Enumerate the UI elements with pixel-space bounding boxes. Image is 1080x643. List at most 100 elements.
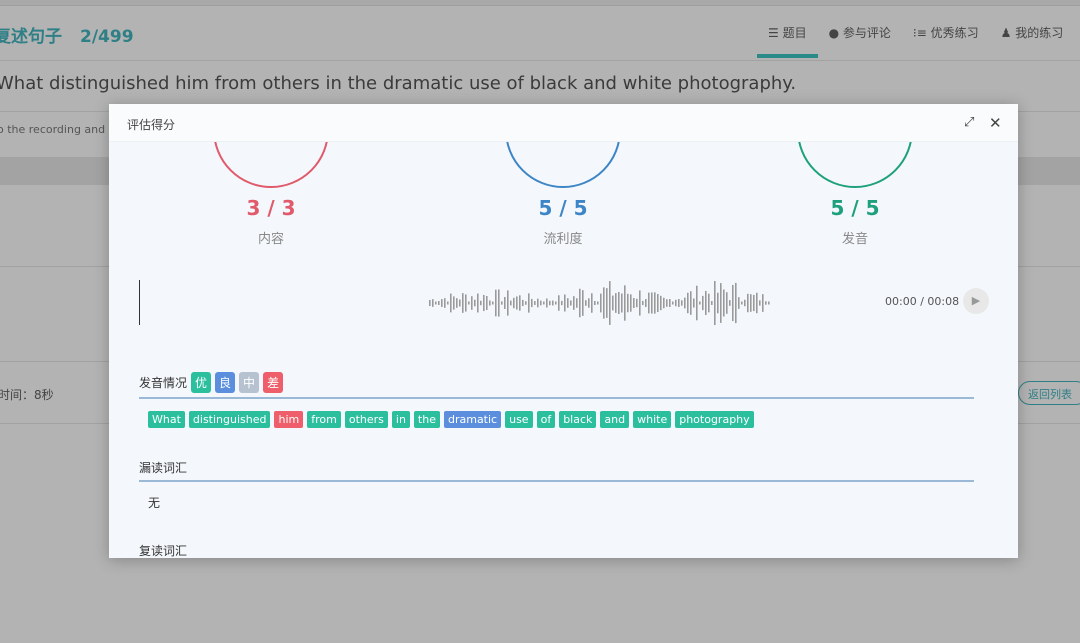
playback-time: 00:00 / 00:08 [885, 295, 960, 308]
waveform-bar [654, 292, 656, 314]
word-chip[interactable]: and [600, 411, 630, 428]
waveform-bar [531, 298, 533, 308]
score-label: 流利度 [543, 232, 583, 247]
waveform-bar [711, 301, 713, 305]
modal-header: 评估得分 ⤢ ✕ [109, 104, 1018, 142]
word-chip[interactable]: What [148, 411, 185, 428]
waveform-bar [492, 301, 494, 305]
waveform-bar [714, 280, 716, 326]
word-chip[interactable]: in [391, 411, 410, 428]
waveform-bar [588, 298, 590, 308]
waveform-bar [699, 301, 701, 305]
word-chip[interactable]: others [344, 411, 388, 428]
waveform-bar [600, 293, 602, 313]
waveform-bar [441, 299, 443, 307]
word-chip[interactable]: the [413, 411, 440, 428]
close-icon[interactable]: ✕ [989, 114, 1002, 132]
pronunciation-section-header: 发音情况优良中差 [139, 372, 974, 399]
waveform-bar [477, 293, 479, 313]
tab-my-practice[interactable]: ♟ 我的练习 [990, 14, 1075, 58]
waveform-bar [495, 289, 497, 317]
score-value: 5 / 5 [830, 196, 880, 220]
back-to-list-button[interactable]: 返回列表 [1018, 381, 1080, 405]
waveform-bar [612, 295, 614, 311]
waveform-bar [729, 300, 731, 306]
waveform-bar [504, 297, 506, 309]
waveform-bar [678, 298, 680, 308]
divider [0, 60, 1080, 61]
playhead[interactable] [139, 280, 140, 325]
waveform-bar [696, 285, 698, 321]
tab-excellent-practice[interactable]: ⁝≡ 优秀练习 [902, 14, 990, 58]
word-chip[interactable]: distinguished [188, 411, 271, 428]
waveform-bar [609, 281, 611, 325]
word-chip[interactable]: black [559, 411, 597, 428]
waveform-bar [579, 288, 581, 318]
waveform-bar [759, 300, 761, 306]
waveform-bar [660, 295, 662, 311]
waveform-bar [540, 300, 542, 306]
waveform-bar [744, 299, 746, 307]
tab-comments[interactable]: ● 参与评论 [818, 14, 902, 58]
word-chip[interactable]: of [536, 411, 556, 428]
waveform-bar [741, 301, 743, 305]
modal-title: 评估得分 [127, 118, 176, 132]
waveform-bar [603, 287, 605, 319]
waveform-bar [738, 297, 740, 309]
legend-badge: 良 [215, 372, 236, 393]
waveform-bar [465, 294, 467, 312]
waveform-bar [498, 289, 500, 317]
tab-question[interactable]: ☰ 题目 [757, 14, 818, 58]
waveform-bar [459, 299, 461, 307]
waveform-bar [768, 301, 770, 305]
comment-icon: ● [828, 26, 843, 40]
waveform-bar [483, 294, 485, 312]
waveform-bar [705, 290, 707, 316]
omitted-section-header: 漏读词汇 [139, 459, 974, 482]
waveform-bar [474, 299, 476, 307]
waveform-bar [675, 299, 677, 307]
waveform-bar [753, 294, 755, 312]
waveform-bar [432, 299, 434, 307]
word-chip[interactable]: white [633, 411, 672, 428]
question-counter: 2/499 [80, 27, 134, 47]
waveform-bar [708, 293, 710, 313]
list-icon: ☰ [768, 26, 783, 40]
waveform-bar [429, 299, 431, 307]
waveform-bar [606, 288, 608, 318]
waveform-bar [726, 292, 728, 314]
waveform-bar [564, 294, 566, 312]
waveform-bar [672, 301, 674, 305]
waveform-bar [657, 294, 659, 312]
time-label: 时间：8秒 [0, 388, 54, 402]
waveform-bar [669, 298, 671, 308]
expand-icon[interactable]: ⤢ [964, 115, 974, 130]
word-chip[interactable]: from [307, 411, 341, 428]
section-label: 发音情况 [139, 376, 188, 390]
waveform-bar [573, 296, 575, 310]
waveform[interactable] [427, 278, 773, 328]
word-chip[interactable]: use [505, 411, 533, 428]
section-label: 复读词汇 [139, 544, 188, 558]
tab-label: 题目 [782, 26, 807, 40]
play-button[interactable]: ▶ [963, 288, 989, 314]
word-chip[interactable]: him [274, 411, 304, 428]
legend-badge: 差 [263, 372, 284, 393]
waveform-bar [735, 282, 737, 324]
waveform-bar [501, 301, 503, 305]
legend-badge: 优 [191, 372, 212, 393]
waveform-bar [435, 301, 437, 305]
waveform-bar [558, 295, 560, 311]
tab-label: 参与评论 [842, 26, 891, 40]
word-chip[interactable]: dramatic [443, 411, 502, 428]
word-list: What distinguished him from others in the drama… [148, 411, 754, 428]
waveform-bar [750, 294, 752, 312]
waveform-bar [489, 300, 491, 306]
title-text: 复述句子 [0, 27, 62, 47]
waveform-bar [717, 292, 719, 314]
waveform-bar [597, 301, 599, 305]
waveform-bar [765, 301, 767, 305]
waveform-bar [747, 293, 749, 313]
waveform-bar [681, 300, 683, 306]
word-chip[interactable]: photography [675, 411, 754, 428]
